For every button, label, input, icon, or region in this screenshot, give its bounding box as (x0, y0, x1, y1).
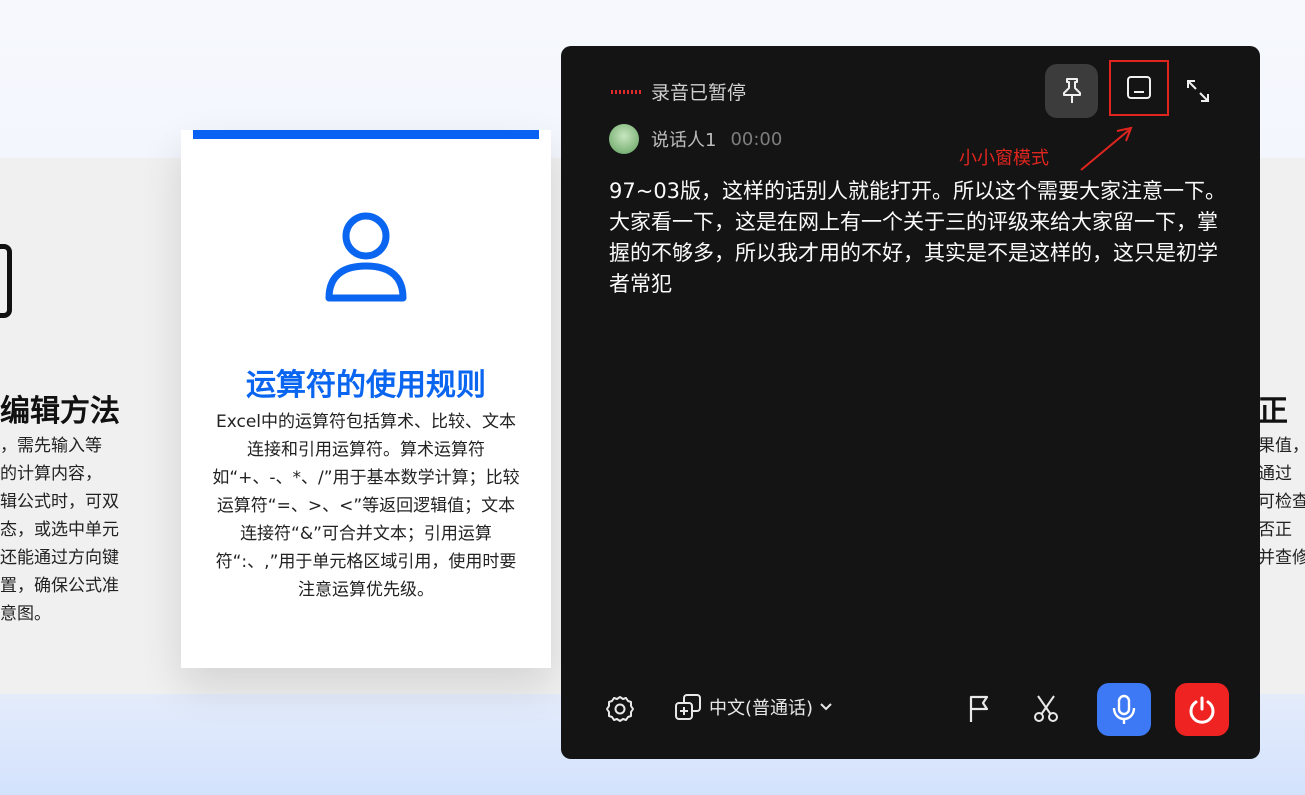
left-feature-card: 编辑方法 ，需先输入等 的计算内容， 辑公式时，可双 态，或选中单元 还能通过方… (0, 158, 170, 694)
pin-button[interactable] (1045, 64, 1098, 118)
right-card-body: 果值， 通过 可检查 否正 并查修 (1258, 432, 1305, 572)
right-card-line: 果值， (1258, 436, 1305, 456)
avatar (609, 124, 639, 154)
language-label: 中文(普通话) (709, 698, 814, 719)
mini-window-button[interactable] (1109, 60, 1169, 116)
right-card-line: 并查修 (1258, 548, 1305, 568)
speaker-row: 说话人1 00:00 (609, 124, 782, 154)
card-body: Excel中的运算符包括算术、比较、文本连接和引用运算符。算术运算符如“+、-、… (212, 412, 520, 600)
scissors-icon[interactable] (1031, 694, 1061, 724)
left-card-line: 意图。 (0, 604, 51, 624)
language-selector[interactable]: 中文(普通话) (673, 692, 833, 722)
document-icon (0, 244, 12, 318)
left-card-line: 还能通过方向键 (0, 548, 119, 568)
expand-button[interactable] (1181, 74, 1215, 108)
speaker-name: 说话人1 (651, 130, 717, 151)
power-icon (1189, 696, 1215, 724)
annotation-label: 小小窗模式 (959, 148, 1049, 169)
transcription-window: 录音已暂停 说话人1 00:00 小小窗模式 97~03版，这样的话别人就能打开… (561, 46, 1260, 759)
card-title: 运算符的使用规则 (246, 368, 486, 403)
gear-icon[interactable] (605, 694, 635, 724)
translate-icon (675, 694, 701, 720)
left-card-body: ，需先输入等 的计算内容， 辑公式时，可双 态，或选中单元 还能通过方向键 置，… (0, 432, 130, 628)
right-card-line: 可检查 (1258, 492, 1305, 512)
person-icon (325, 212, 407, 302)
left-card-line: 态，或选中单元 (0, 520, 119, 540)
left-card-line: 的计算内容， (0, 464, 102, 484)
expand-icon (1187, 80, 1209, 102)
left-card-title: 编辑方法 (0, 394, 120, 429)
pin-icon (1062, 78, 1081, 103)
left-card-line: 辑公式时，可双 (0, 492, 119, 512)
microphone-icon (1112, 694, 1136, 724)
right-card-line: 否正 (1258, 520, 1292, 540)
left-card-line: 置，确保公式准 (0, 576, 119, 596)
speaker-timestamp: 00:00 (730, 128, 783, 150)
left-card-line: ，需先输入等 (0, 436, 102, 456)
recording-indicator-icon (611, 89, 641, 94)
recording-status: 录音已暂停 (611, 78, 746, 105)
right-card-line: 通过 (1258, 464, 1292, 484)
operator-rules-card: 运算符的使用规则 Excel中的运算符包括算术、比较、文本连接和引用运算符。算术… (181, 130, 551, 668)
mini-window-icon (1127, 76, 1151, 99)
recording-status-text: 录音已暂停 (651, 82, 747, 104)
annotation-arrow (1080, 126, 1133, 171)
transcript-text: 97~03版，这样的话别人就能打开。所以这个需要大家注意一下。大家看一下，这是在… (609, 179, 1227, 296)
card-accent-bar (193, 130, 539, 139)
microphone-button[interactable] (1097, 683, 1151, 736)
right-card-title: 正 (1258, 394, 1288, 429)
chevron-down-icon (820, 703, 832, 711)
flag-icon[interactable] (965, 694, 995, 724)
power-button[interactable] (1175, 683, 1229, 736)
